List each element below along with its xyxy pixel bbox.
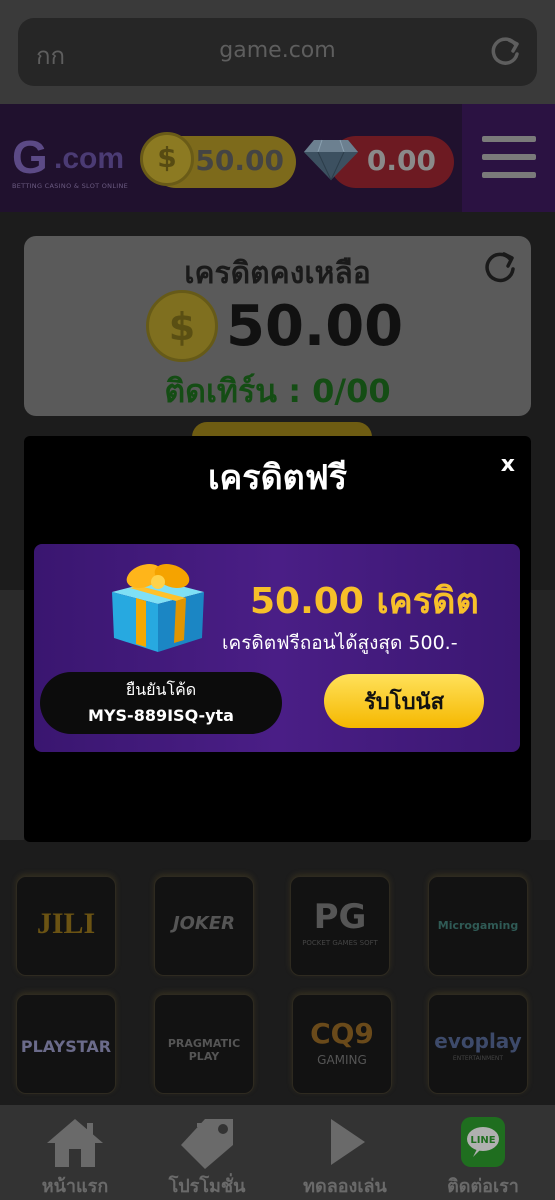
promo-code-value: MYS-889ISQ-yta <box>88 706 234 725</box>
provider-subtitle: ENTERTAINMENT <box>452 1055 504 1062</box>
credit-amount: 50.00 <box>226 294 404 359</box>
side-banner-left <box>0 590 24 840</box>
bonus-amount: 50.00 เครดิต <box>250 581 479 622</box>
provider-name: CQ9 <box>310 1017 374 1050</box>
coin-icon: $ <box>140 132 194 186</box>
nav-demo-play[interactable]: ทดลองเล่น <box>276 1105 414 1200</box>
credit-balance-card: เครดิตคงเหลือ $ 50.00 ติดเทิร์น : 0/00 <box>24 236 531 416</box>
nav-contact[interactable]: LINE ติดต่อเรา <box>414 1105 552 1200</box>
provider-subtitle: GAMING <box>317 1053 367 1067</box>
nav-promotion-label: โปรโมชั่น <box>168 1176 246 1197</box>
provider-name: PG <box>313 897 367 937</box>
bottom-nav: หน้าแรก โปรโมชั่น ทดลองเล่น LINE ติดต่อเ… <box>0 1105 555 1200</box>
game-tile-playstar[interactable]: PLAYSTAR <box>16 994 116 1094</box>
provider-name: PLAYSTAR <box>20 1037 112 1056</box>
coin-symbol: $ <box>168 305 196 349</box>
promo-code-box[interactable]: ยืนยันโค้ด MYS-889ISQ-yta <box>40 672 282 734</box>
side-banner-right <box>531 590 555 840</box>
credit-balance-title: เครดิตคงเหลือ <box>184 256 371 291</box>
coin-symbol: $ <box>157 141 177 174</box>
provider-subtitle: POCKET GAMES SOFT <box>302 939 378 947</box>
provider-name: PRAGMATIC PLAY <box>167 1037 241 1063</box>
game-tile-jili[interactable]: JILI <box>16 876 116 976</box>
game-tile-evoplay[interactable]: evoplay ENTERTAINMENT <box>428 994 528 1094</box>
logo-letter: G <box>12 131 48 183</box>
provider-name: evoplay <box>434 1029 522 1053</box>
game-tile-pragmatic-play[interactable]: PRAGMATIC PLAY <box>154 994 254 1094</box>
game-tile-microgaming[interactable]: Microgaming <box>428 876 528 976</box>
tag-icon <box>181 1119 233 1169</box>
coin-balance: 50.00 <box>195 144 284 177</box>
game-tile-joker[interactable]: JOKER <box>154 876 254 976</box>
logo-tagline: BETTING CASINO & SLOT ONLINE <box>12 182 129 190</box>
gem-balance: 0.00 <box>366 144 436 177</box>
home-icon <box>47 1119 103 1167</box>
provider-name: Microgaming <box>437 919 519 932</box>
nav-promotion[interactable]: โปรโมชั่น <box>138 1105 276 1200</box>
claim-bonus-button[interactable]: รับโบนัส <box>324 674 484 728</box>
page: กก game.com G .com BETTING CASINO & SLOT… <box>0 0 555 1200</box>
address-bar[interactable]: กก game.com <box>18 18 537 86</box>
gift-box-icon <box>112 563 204 652</box>
play-icon <box>331 1119 365 1165</box>
line-icon-text: LINE <box>470 1135 495 1146</box>
nav-demo-play-label: ทดลองเล่น <box>303 1176 387 1197</box>
bonus-description: เครดิตฟรีถอนได้สูงสุด 500.- <box>222 632 458 654</box>
site-logo[interactable]: G .com BETTING CASINO & SLOT ONLINE <box>12 134 144 192</box>
promo-code-label: ยืนยันโค้ด <box>125 680 197 699</box>
coin-icon: $ <box>146 290 218 362</box>
logo-suffix: .com <box>54 142 125 175</box>
game-tile-cq9[interactable]: CQ9 GAMING <box>292 994 392 1094</box>
diamond-icon <box>304 139 358 181</box>
bonus-card: 50.00 เครดิต เครดิตฟรีถอนได้สูงสุด 500.-… <box>34 544 520 752</box>
modal-title: เครดิตฟรี <box>207 458 348 498</box>
refresh-icon[interactable] <box>479 246 521 288</box>
nav-home[interactable]: หน้าแรก <box>6 1105 144 1200</box>
game-tile-pg[interactable]: PG POCKET GAMES SOFT <box>290 876 390 976</box>
nav-contact-label: ติดต่อเรา <box>447 1176 519 1197</box>
nav-home-label: หน้าแรก <box>41 1176 109 1197</box>
provider-name: JILI <box>36 907 96 940</box>
site-header: G .com BETTING CASINO & SLOT ONLINE 50.0… <box>0 104 555 212</box>
url-text[interactable]: game.com <box>18 38 537 63</box>
browser-bar: กก game.com <box>0 0 555 104</box>
reload-icon[interactable] <box>485 32 525 72</box>
line-icon: LINE <box>461 1117 505 1167</box>
free-credit-modal: เครดิตฟรี x 50.00 เครดิต เครดิตฟรีถอนได้… <box>24 436 531 842</box>
close-button[interactable]: x <box>501 452 515 477</box>
provider-name: JOKER <box>172 913 236 934</box>
turnover-status: ติดเทิร์น : 0/00 <box>164 372 391 410</box>
hamburger-menu-icon[interactable] <box>482 134 536 180</box>
